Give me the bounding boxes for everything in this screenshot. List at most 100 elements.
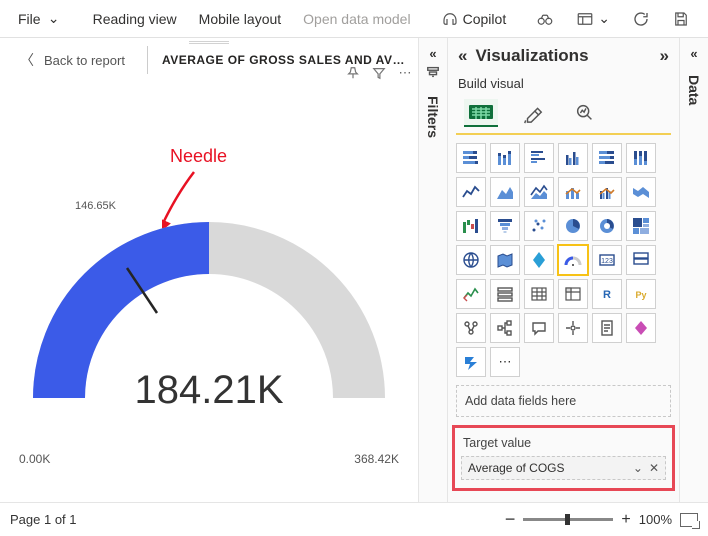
gauge-value-label: 184.21K bbox=[134, 368, 283, 413]
zoom-out-button[interactable]: − bbox=[505, 509, 516, 530]
stacked-bar-icon[interactable] bbox=[456, 143, 486, 173]
area-chart-icon[interactable] bbox=[490, 177, 520, 207]
key-influencers-icon[interactable] bbox=[456, 313, 486, 343]
filled-map-icon[interactable] bbox=[490, 245, 520, 275]
status-bar: Page 1 of 1 − + 100% bbox=[0, 502, 708, 536]
more-icon[interactable]: ⋯ bbox=[396, 64, 414, 82]
pie-chart-icon[interactable] bbox=[558, 211, 588, 241]
get-more-visuals-icon[interactable]: ⋯ bbox=[490, 347, 520, 377]
waterfall-icon[interactable] bbox=[456, 211, 486, 241]
funnel-icon[interactable] bbox=[490, 211, 520, 241]
refresh-button[interactable] bbox=[624, 6, 658, 32]
filters-label: Filters bbox=[425, 86, 441, 138]
zoom-level[interactable]: 100% bbox=[639, 512, 672, 527]
qa-visual-icon[interactable] bbox=[524, 313, 554, 343]
matrix-icon[interactable] bbox=[558, 279, 588, 309]
stacked-area-icon[interactable] bbox=[524, 177, 554, 207]
line-chart-icon[interactable] bbox=[456, 177, 486, 207]
donut-chart-icon[interactable] bbox=[592, 211, 622, 241]
chevron-down-icon: ⌄ bbox=[45, 10, 63, 28]
back-label: Back to report bbox=[44, 53, 125, 68]
decomposition-tree-icon[interactable] bbox=[490, 313, 520, 343]
build-visual-label: Build visual bbox=[448, 74, 679, 97]
needle-annotation: Needle bbox=[170, 146, 227, 167]
multi-row-card-icon[interactable] bbox=[626, 245, 656, 275]
clustered-column-icon[interactable] bbox=[558, 143, 588, 173]
stacked-column-100-icon[interactable] bbox=[626, 143, 656, 173]
gauge-icon[interactable] bbox=[558, 245, 588, 275]
power-apps-icon[interactable] bbox=[626, 313, 656, 343]
filters-pane-collapsed[interactable]: « Filters bbox=[418, 38, 447, 502]
view-dropdown[interactable]: ⌄ bbox=[568, 6, 618, 32]
copilot-label: Copilot bbox=[463, 11, 507, 27]
filter-icon[interactable] bbox=[370, 64, 388, 82]
copilot-icon bbox=[441, 10, 459, 28]
expand-left-icon[interactable]: « bbox=[429, 46, 436, 61]
visual-header-icons: ⋯ bbox=[344, 64, 414, 82]
card-icon[interactable]: 123 bbox=[592, 245, 622, 275]
open-data-model-button[interactable]: Open data model bbox=[295, 7, 418, 31]
chevron-down-icon: ⌄ bbox=[598, 10, 610, 27]
map-icon[interactable] bbox=[456, 245, 486, 275]
svg-text:Py: Py bbox=[635, 290, 646, 300]
gauge-max-label: 368.42K bbox=[354, 452, 399, 466]
layout-icon bbox=[576, 10, 594, 28]
kpi-icon[interactable] bbox=[456, 279, 486, 309]
build-tabs bbox=[456, 97, 671, 135]
table-icon[interactable] bbox=[524, 279, 554, 309]
expand-right-icon[interactable]: » bbox=[660, 46, 669, 66]
values-field-well[interactable]: Add data fields here bbox=[456, 385, 671, 417]
divider bbox=[147, 46, 148, 74]
data-pane-collapsed[interactable]: « Data bbox=[679, 38, 708, 502]
slicer-icon[interactable] bbox=[490, 279, 520, 309]
target-value-field[interactable]: Average of COGS ⌄ ✕ bbox=[461, 456, 666, 480]
azure-map-icon[interactable] bbox=[524, 245, 554, 275]
line-stacked-column-icon[interactable] bbox=[558, 177, 588, 207]
remove-field-icon[interactable]: ✕ bbox=[649, 461, 659, 475]
zoom-controls: − + 100% bbox=[505, 509, 698, 530]
target-value-section: Target value Average of COGS ⌄ ✕ bbox=[452, 425, 675, 491]
file-menu[interactable]: File⌄ bbox=[10, 6, 71, 32]
back-to-report-button[interactable]: 〈 Back to report bbox=[12, 50, 133, 70]
chevron-down-icon[interactable]: ⌄ bbox=[633, 461, 643, 475]
stacked-column-icon[interactable] bbox=[490, 143, 520, 173]
tab-fields[interactable] bbox=[464, 99, 498, 127]
ribbon-chart-icon[interactable] bbox=[626, 177, 656, 207]
smart-narrative-icon[interactable] bbox=[558, 313, 588, 343]
svg-text:123: 123 bbox=[601, 258, 613, 265]
treemap-icon[interactable] bbox=[626, 211, 656, 241]
page-indicator[interactable]: Page 1 of 1 bbox=[10, 512, 77, 527]
power-automate-icon[interactable] bbox=[456, 347, 486, 377]
gauge-visual[interactable]: 146.65K 184.21K 0.00K 368.42K bbox=[19, 208, 399, 431]
explore-button[interactable] bbox=[528, 6, 562, 32]
collapse-left-icon[interactable]: « bbox=[458, 46, 467, 66]
tab-analytics[interactable] bbox=[568, 99, 602, 127]
expand-left-icon[interactable]: « bbox=[690, 46, 697, 61]
filters-icon[interactable] bbox=[426, 65, 440, 82]
report-canvas: ⋯ 〈 Back to report AVERAGE OF GROSS SALE… bbox=[0, 38, 418, 502]
r-visual-icon[interactable]: R bbox=[592, 279, 622, 309]
top-toolbar: File⌄ Reading view Mobile layout Open da… bbox=[0, 0, 708, 38]
zoom-in-button[interactable]: + bbox=[621, 511, 630, 529]
gauge-target-label: 146.65K bbox=[75, 200, 116, 212]
reading-view-button[interactable]: Reading view bbox=[85, 7, 185, 31]
gauge-min-label: 0.00K bbox=[19, 452, 50, 466]
clustered-bar-icon[interactable] bbox=[524, 143, 554, 173]
binoculars-icon bbox=[536, 10, 554, 28]
tab-format[interactable] bbox=[516, 99, 550, 127]
fit-to-page-icon[interactable] bbox=[680, 513, 698, 527]
line-clustered-column-icon[interactable] bbox=[592, 177, 622, 207]
scatter-icon[interactable] bbox=[524, 211, 554, 241]
copilot-button[interactable]: Copilot bbox=[433, 6, 515, 32]
paginated-report-icon[interactable] bbox=[592, 313, 622, 343]
pin-icon[interactable] bbox=[344, 64, 362, 82]
save-button[interactable] bbox=[664, 6, 698, 32]
visual-type-grid: 123 R Py bbox=[448, 135, 679, 347]
zoom-slider[interactable] bbox=[523, 518, 613, 521]
drag-handle-icon[interactable] bbox=[189, 41, 229, 44]
python-visual-icon[interactable]: Py bbox=[626, 279, 656, 309]
main-area: ⋯ 〈 Back to report AVERAGE OF GROSS SALE… bbox=[0, 38, 708, 502]
stacked-bar-100-icon[interactable] bbox=[592, 143, 622, 173]
mobile-layout-button[interactable]: Mobile layout bbox=[191, 7, 290, 31]
file-label: File bbox=[18, 11, 41, 27]
